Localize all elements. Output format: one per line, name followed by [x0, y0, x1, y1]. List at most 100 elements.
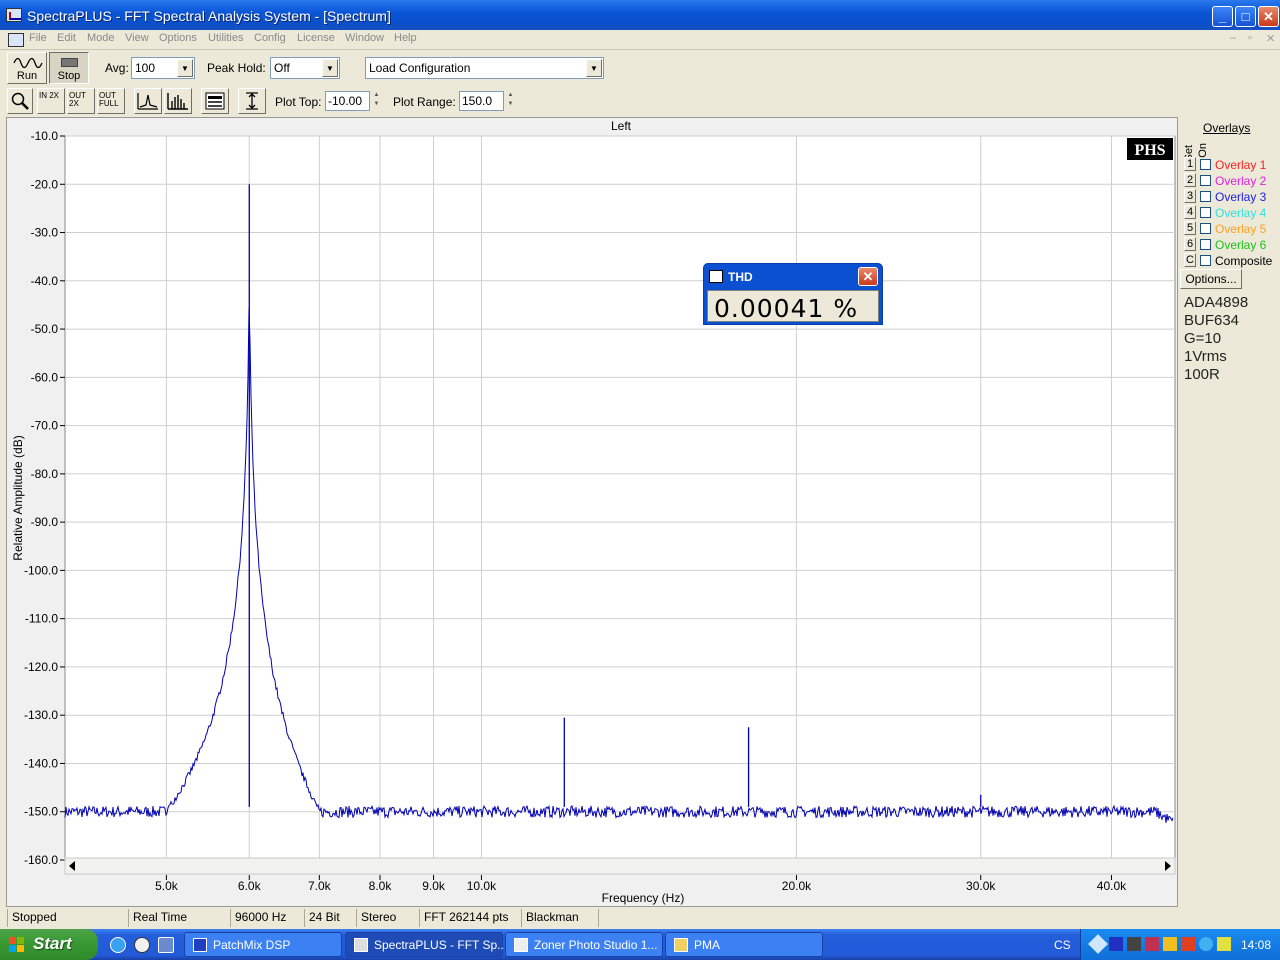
bar-plot-button[interactable] [164, 88, 192, 114]
overlay-set-button[interactable]: 1 [1184, 157, 1196, 171]
overlay-set-button[interactable]: 4 [1184, 205, 1196, 219]
overlay-label: Overlay 1 [1215, 158, 1267, 172]
spectrum-graph-panel: Left -10.0 -20.0 -30.0 -40.0 -50.0 -60.0 -70.0 -… [6, 117, 1178, 907]
task-zoner[interactable]: Zoner Photo Studio 1... [505, 932, 663, 957]
x-tick-label: 8.0k [369, 879, 393, 893]
overlay-on-checkbox[interactable] [1200, 255, 1211, 266]
clock: 14:08 [1241, 938, 1272, 952]
plot-range-input[interactable]: 150.0 [459, 91, 504, 111]
tray-diamond-icon[interactable] [1088, 934, 1108, 954]
overlay-on-checkbox[interactable] [1200, 223, 1211, 234]
task-patchmix[interactable]: PatchMix DSP [184, 932, 342, 957]
chevron-down-icon[interactable]: ▼ [322, 59, 338, 77]
note-line: BUF634 [1184, 312, 1240, 329]
tray-x-icon[interactable] [1181, 937, 1195, 951]
y-tick-label: -150.0 [24, 805, 58, 819]
language-indicator[interactable]: CS [1054, 938, 1071, 952]
mdi-minimize-button[interactable]: – [1230, 32, 1236, 44]
run-label: Run [16, 70, 38, 82]
overlay-options-button[interactable]: Options... [1180, 269, 1242, 289]
phs-badge-label: PHS [1134, 142, 1165, 159]
line-plot-button[interactable] [134, 88, 162, 114]
menu-help[interactable]: Help [394, 32, 417, 44]
menu-options[interactable]: Options [159, 32, 197, 44]
menu-mode[interactable]: Mode [87, 32, 115, 44]
avg-select[interactable]: 100 ▼ [131, 57, 195, 79]
overlay-on-checkbox[interactable] [1200, 159, 1211, 170]
tray-globe-icon[interactable] [1199, 937, 1213, 951]
x-tick-label: 30.0k [966, 879, 996, 893]
app-icon[interactable] [6, 8, 22, 22]
internet-explorer-icon[interactable] [110, 937, 126, 953]
menu-file[interactable]: File [29, 32, 47, 44]
maximize-button[interactable]: □ [1235, 6, 1256, 27]
overlay-on-checkbox[interactable] [1200, 207, 1211, 218]
horizontal-scrollbar[interactable] [64, 857, 1176, 875]
overlay-set-button[interactable]: 6 [1184, 237, 1196, 251]
tray-tool-icon[interactable] [1127, 937, 1141, 951]
menu-edit[interactable]: Edit [57, 32, 76, 44]
task-spectraplus[interactable]: SpectraPLUS - FFT Sp... [345, 932, 507, 957]
overlay-on-checkbox[interactable] [1200, 191, 1211, 202]
overlay-on-header: On [1197, 143, 1209, 158]
y-tick-label: -90.0 [31, 515, 59, 529]
tray-speaker-icon[interactable] [1163, 937, 1177, 951]
system-tray: 14:08 [1080, 929, 1280, 960]
menu-view[interactable]: View [125, 32, 149, 44]
overlay-set-button[interactable]: 3 [1184, 189, 1196, 203]
overlay-on-checkbox[interactable] [1200, 175, 1211, 186]
y-tick-label: -160.0 [24, 853, 58, 867]
chevron-down-icon[interactable]: ▼ [586, 59, 602, 77]
zoom-full-label: OUT FULL [99, 91, 119, 108]
plot-top-stepper[interactable]: ▲ ▼ [371, 91, 382, 111]
thd-close-button[interactable]: ✕ [858, 267, 878, 286]
chevron-down-icon[interactable]: ▼ [177, 59, 193, 77]
document-icon[interactable] [8, 33, 24, 47]
tray-bars-icon[interactable] [1109, 937, 1123, 951]
y-tick-label: -130.0 [24, 708, 58, 722]
menu-window[interactable]: Window [345, 32, 384, 44]
task-pma[interactable]: PMA [665, 932, 823, 957]
menu-license[interactable]: License [297, 32, 335, 44]
plot-area[interactable] [64, 135, 1176, 861]
mdi-restore-button[interactable]: ▫ [1248, 32, 1252, 44]
start-button[interactable]: Start [0, 929, 98, 960]
scale-button[interactable] [238, 88, 266, 114]
zoom-out-2x-label: OUT 2X [69, 91, 86, 108]
zoom-in-2x-button[interactable]: IN 2X [37, 88, 65, 114]
media-player-icon[interactable] [134, 937, 150, 953]
configuration-select[interactable]: Load Configuration ▼ [365, 57, 604, 79]
peak-hold-select[interactable]: Off ▼ [270, 57, 340, 79]
menu-config[interactable]: Config [254, 32, 286, 44]
close-button[interactable]: ✕ [1258, 6, 1279, 27]
thd-window[interactable]: THD ✕ 0.00041 % [703, 263, 883, 325]
overlay-on-checkbox[interactable] [1200, 239, 1211, 250]
plot-range-value: 150.0 [462, 94, 493, 108]
run-button[interactable]: Run [7, 52, 47, 84]
x-tick-label: 10.0k [467, 879, 497, 893]
x-tick-label: 5.0k [155, 879, 179, 893]
display-settings-button[interactable] [201, 88, 229, 114]
tray-network-icon[interactable] [1145, 937, 1159, 951]
y-tick-label: -40.0 [31, 274, 59, 288]
overlay-set-button[interactable]: C [1184, 253, 1196, 267]
overlay-set-button[interactable]: 5 [1184, 221, 1196, 235]
zoom-full-button[interactable]: OUT FULL [97, 88, 125, 114]
line-plot-icon [137, 93, 158, 110]
zoom-out-2x-button[interactable]: OUT 2X [67, 88, 95, 114]
status-mode: Real Time [128, 909, 230, 927]
overlay-set-button[interactable]: 2 [1184, 173, 1196, 187]
zoom-button[interactable] [7, 88, 33, 114]
tray-shield-icon[interactable] [1217, 937, 1231, 951]
desktop-icon[interactable] [158, 937, 174, 953]
spectrum-chart[interactable]: Left -10.0 -20.0 -30.0 -40.0 -50.0 -60.0 -70.0 -… [7, 118, 1179, 908]
stop-button[interactable]: Stop [49, 52, 89, 84]
minimize-button[interactable]: _ [1212, 6, 1233, 27]
thd-value-box: 0.00041 % [707, 290, 879, 323]
status-bit-depth: 24 Bit [304, 909, 356, 927]
menu-utilities[interactable]: Utilities [208, 32, 243, 44]
y-tick-label: -10.0 [31, 129, 59, 143]
plot-top-input[interactable]: -10.00 [325, 91, 370, 111]
plot-range-stepper[interactable]: ▲ ▼ [505, 91, 516, 111]
mdi-close-button[interactable]: ✕ [1266, 32, 1275, 45]
